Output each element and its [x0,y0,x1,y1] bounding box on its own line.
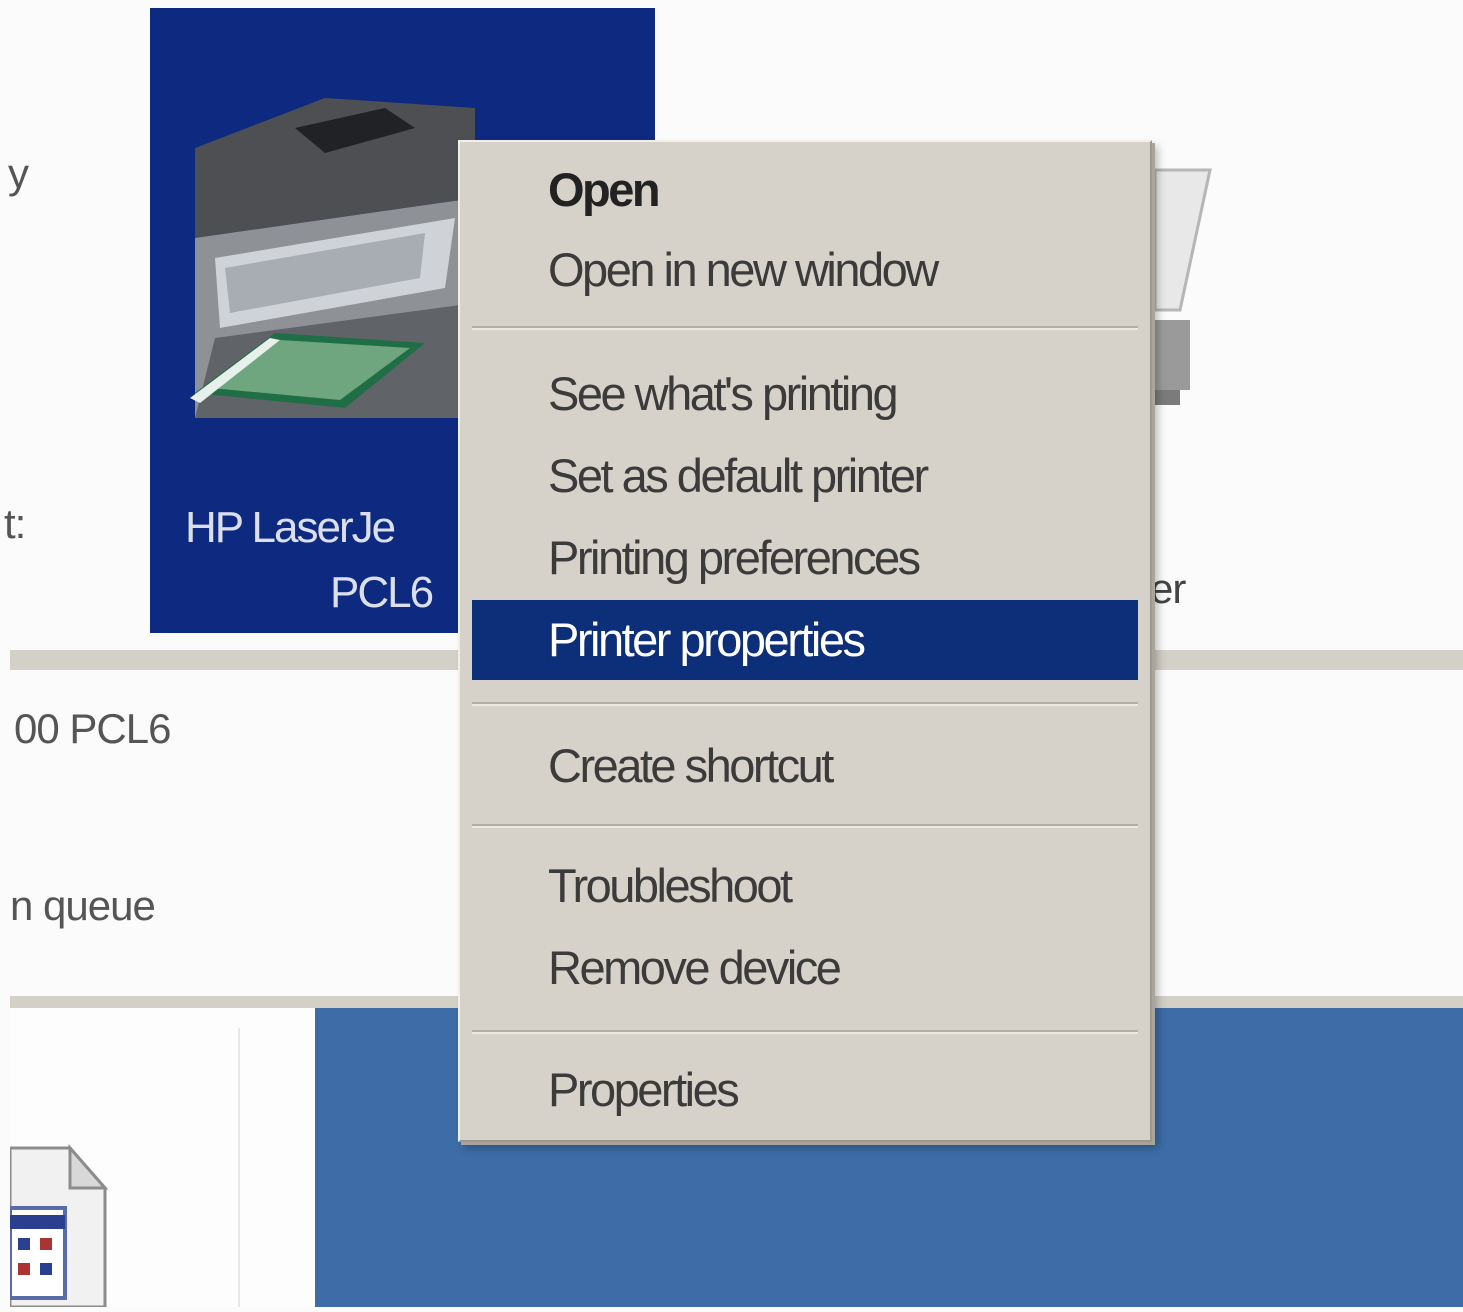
menu-item-create-shortcut[interactable]: Create shortcut [472,726,1138,806]
menu-separator [472,702,1138,706]
printer-model-text: 00 PCL6 [14,705,171,752]
second-printer-icon[interactable] [1150,150,1220,410]
printer-tile-label-line1: HP LaserJe [185,503,396,552]
menu-item-set-default-printer[interactable]: Set as default printer [472,436,1138,516]
details-pane-lower [8,1008,315,1309]
printer-tile-label-line2: PCL6 [330,568,434,617]
menu-separator [472,326,1138,330]
left-fragment-top: y [8,150,29,197]
menu-item-open[interactable]: Open [472,150,1138,230]
jobs-in-queue-text: n queue [10,882,156,929]
menu-item-properties[interactable]: Properties [472,1050,1138,1130]
second-printer-label: er [1150,565,1186,612]
menu-item-open-new-window[interactable]: Open in new window [472,230,1138,310]
menu-item-troubleshoot[interactable]: Troubleshoot [472,846,1138,926]
menu-item-see-whats-printing[interactable]: See what's printing [472,354,1138,434]
document-icon [8,1133,110,1309]
context-menu: Open Open in new window See what's print… [458,140,1152,1142]
menu-separator [472,1030,1138,1034]
menu-separator [472,824,1138,828]
left-fragment-mid: t: [4,500,26,547]
menu-item-remove-device[interactable]: Remove device [472,928,1138,1008]
pane-divider-line [238,1028,240,1307]
printer-icon [175,88,475,438]
menu-item-printing-preferences[interactable]: Printing preferences [472,518,1138,598]
menu-item-printer-properties[interactable]: Printer properties [472,600,1138,680]
